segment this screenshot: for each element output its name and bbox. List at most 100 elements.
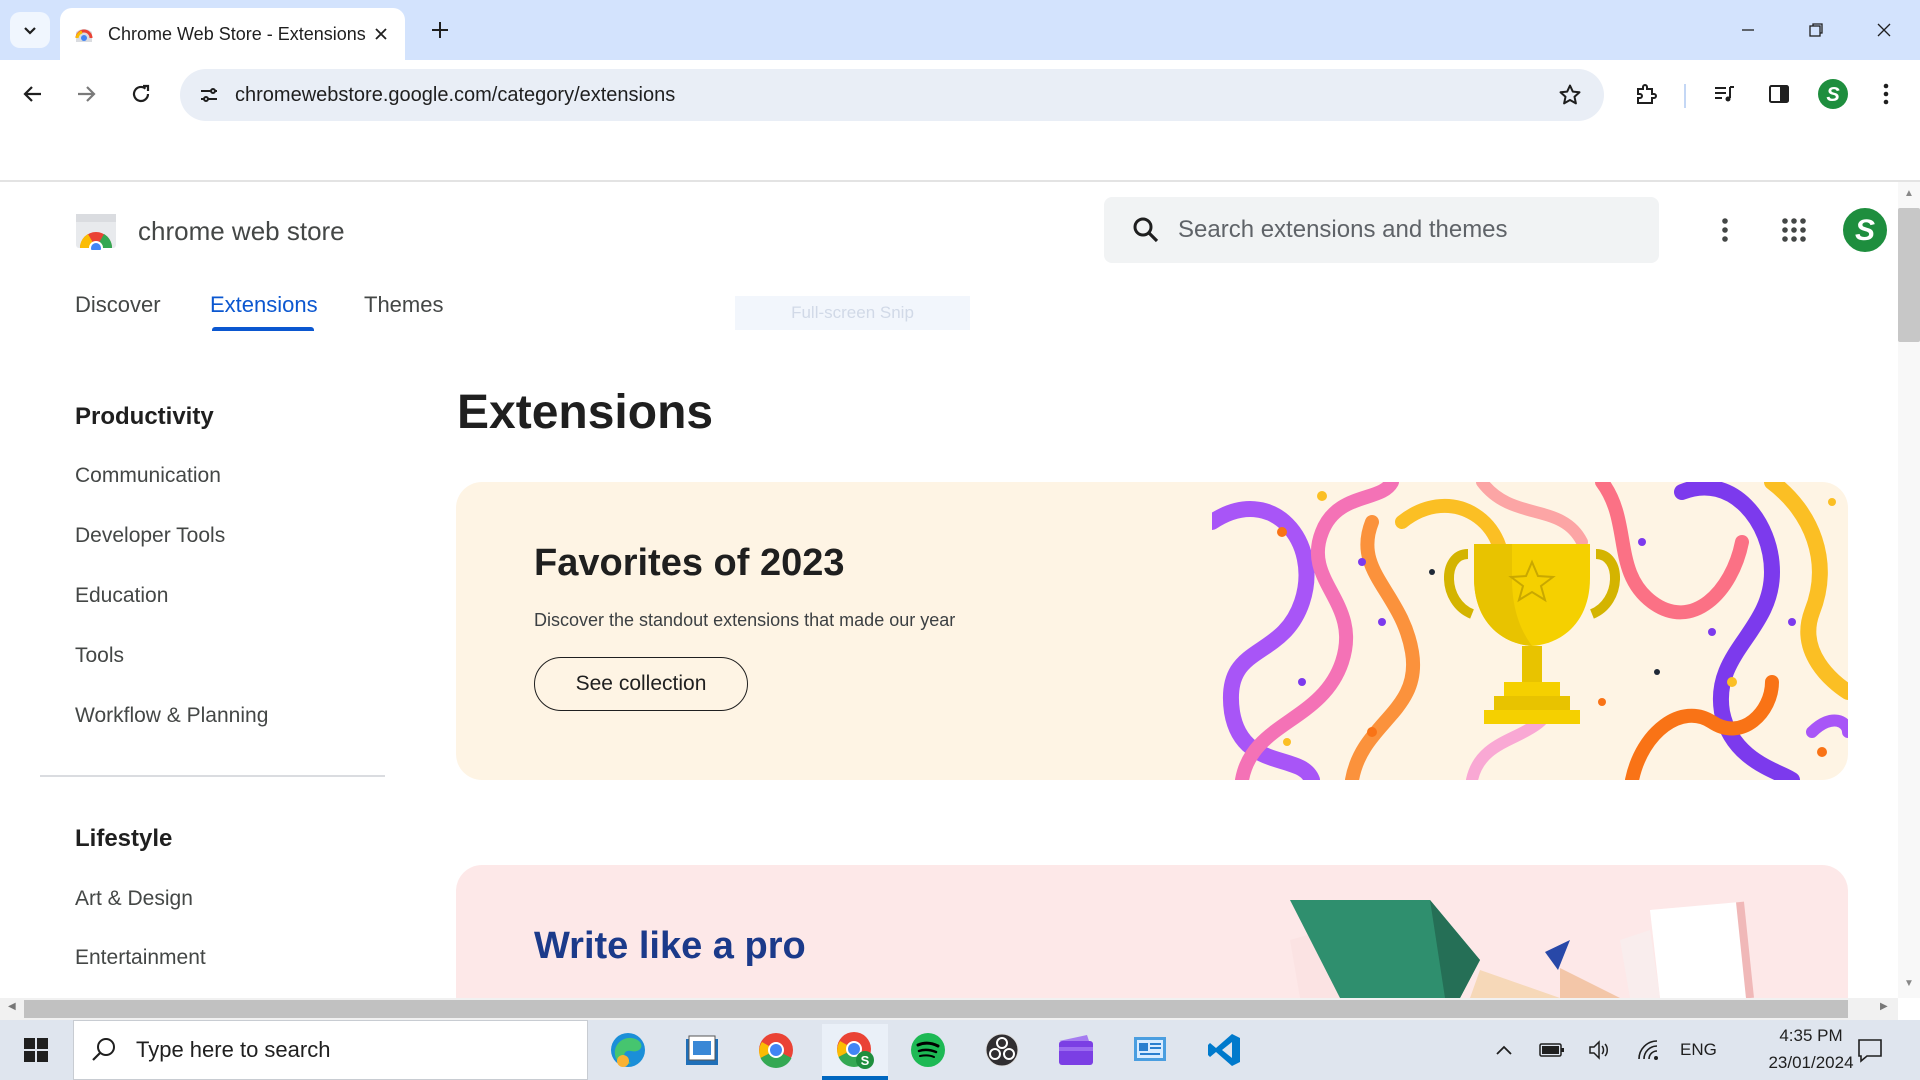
taskbar-app-spotify[interactable] <box>898 1024 958 1076</box>
vertical-scroll-thumb[interactable] <box>1898 208 1920 342</box>
file-explorer-icon <box>686 1035 718 1065</box>
battery-status[interactable] <box>1536 1035 1568 1065</box>
tab-title: Chrome Web Store - Extensions <box>108 23 366 44</box>
notification-center-button[interactable] <box>1852 1032 1888 1068</box>
chrome-icon <box>759 1033 793 1069</box>
forward-button[interactable] <box>66 74 106 114</box>
taskbar-app-chrome[interactable] <box>746 1024 806 1076</box>
sidebar-item-workflow-planning[interactable]: Workflow & Planning <box>75 704 268 728</box>
taskbar-app-edge[interactable] <box>598 1024 658 1076</box>
network-status[interactable] <box>1632 1035 1664 1065</box>
sidebar-item-developer-tools[interactable]: Developer Tools <box>75 524 225 548</box>
obs-icon <box>985 1033 1019 1067</box>
horizontal-scroll-thumb[interactable] <box>24 1000 1848 1018</box>
sidebar-heading-lifestyle: Lifestyle <box>75 825 173 852</box>
back-button[interactable] <box>13 74 53 114</box>
reload-button[interactable] <box>121 74 161 114</box>
card-title: Favorites of 2023 <box>534 542 845 584</box>
show-hidden-icons-button[interactable] <box>1488 1035 1520 1065</box>
chrome-web-store-favicon-icon <box>75 29 93 42</box>
bookmark-star-icon[interactable] <box>1550 75 1590 115</box>
store-name[interactable]: chrome web store <box>138 216 345 247</box>
restore-icon <box>1809 23 1823 37</box>
input-language[interactable]: ENG <box>1680 1040 1717 1060</box>
start-button[interactable] <box>12 1030 60 1070</box>
active-tab-indicator <box>212 327 314 331</box>
tab-discover[interactable]: Discover <box>75 292 161 318</box>
wifi-icon <box>1638 1040 1658 1060</box>
toolbar-separator <box>1684 84 1686 108</box>
sidebar-item-tools[interactable]: Tools <box>75 644 124 668</box>
windows-logo-icon <box>24 1038 48 1062</box>
taskbar-search-input[interactable]: Type here to search <box>73 1020 588 1080</box>
scroll-up-arrow-icon[interactable]: ▲ <box>1904 188 1914 199</box>
card-title: Write like a pro <box>534 925 806 967</box>
puzzle-icon <box>1637 84 1657 104</box>
close-window-button[interactable] <box>1862 10 1906 50</box>
clipchamp-icon <box>1059 1035 1093 1065</box>
scroll-left-arrow-icon[interactable]: ◀ <box>8 1001 16 1012</box>
tab-search-button[interactable] <box>10 12 50 48</box>
new-tab-button[interactable] <box>424 14 456 46</box>
arrow-right-icon <box>78 86 96 102</box>
search-placeholder: Search extensions and themes <box>1178 216 1508 243</box>
taskbar-app-obs[interactable] <box>972 1024 1032 1076</box>
extensions-button[interactable] <box>1626 74 1666 114</box>
clock-time[interactable]: 4:35 PM <box>1756 1026 1866 1046</box>
scroll-down-arrow-icon[interactable]: ▼ <box>1904 978 1914 989</box>
profile-button[interactable]: S <box>1813 74 1853 114</box>
notification-icon <box>1858 1039 1882 1063</box>
tab-close-icon[interactable] <box>369 22 393 46</box>
arrow-left-icon <box>23 86 41 102</box>
sidebar-item-art-design[interactable]: Art & Design <box>75 887 193 911</box>
taskbar-app-vscode[interactable] <box>1194 1024 1254 1076</box>
address-bar[interactable]: chromewebstore.google.com/category/exten… <box>180 69 1604 121</box>
chrome-menu-button[interactable] <box>1866 74 1906 114</box>
taskbar-app-clipchamp[interactable] <box>1046 1024 1106 1076</box>
spotify-icon <box>911 1033 945 1067</box>
search-icon <box>1133 217 1159 243</box>
reload-icon <box>132 84 150 103</box>
tab-themes[interactable]: Themes <box>364 292 443 318</box>
close-icon <box>1877 23 1891 37</box>
google-apps-button[interactable] <box>1774 210 1814 250</box>
chevron-up-icon <box>1496 1045 1512 1055</box>
minimize-icon <box>1742 29 1754 31</box>
tab-extensions[interactable]: Extensions <box>210 292 318 318</box>
taskbar-app-file-explorer[interactable] <box>672 1024 732 1076</box>
chevron-down-icon <box>24 27 36 35</box>
search-input[interactable]: Search extensions and themes <box>1104 197 1659 263</box>
card-description: Discover the standout extensions that ma… <box>534 610 956 630</box>
taskbar-app-control-panel[interactable] <box>1120 1024 1180 1076</box>
chrome-web-store-logo-icon[interactable] <box>74 210 118 250</box>
active-tab[interactable]: Chrome Web Store - Extensions <box>60 8 405 60</box>
apps-grid-icon <box>1782 218 1806 242</box>
store-menu-button[interactable] <box>1705 210 1745 250</box>
snip-overlay-label: Full-screen Snip <box>735 296 970 330</box>
search-icon <box>92 1038 115 1061</box>
sidebar-item-education[interactable]: Education <box>75 584 168 608</box>
site-info-icon[interactable] <box>189 75 229 115</box>
speaker-icon <box>1589 1040 1608 1060</box>
minimize-button[interactable] <box>1726 10 1770 50</box>
see-collection-button[interactable]: See collection <box>534 657 748 711</box>
edge-icon <box>611 1033 645 1067</box>
more-vert-icon <box>1883 83 1889 105</box>
sidebar-item-entertainment[interactable]: Entertainment <box>75 946 206 970</box>
battery-icon <box>1539 1043 1564 1057</box>
volume-control[interactable] <box>1584 1035 1616 1065</box>
url-text[interactable]: chromewebstore.google.com/category/exten… <box>235 84 1550 107</box>
media-controls-button[interactable] <box>1704 74 1744 114</box>
active-app-indicator <box>822 1076 888 1080</box>
scroll-right-arrow-icon[interactable]: ▶ <box>1880 1001 1888 1012</box>
account-avatar-icon[interactable]: S <box>1841 206 1889 254</box>
side-panel-button[interactable] <box>1759 74 1799 114</box>
taskbar-app-chrome-profile[interactable]: S <box>822 1024 888 1076</box>
trophy-confetti-illustration <box>1212 482 1848 780</box>
more-vert-icon <box>1722 218 1728 242</box>
queue-music-icon <box>1715 86 1734 102</box>
svg-text:S: S <box>1826 84 1840 106</box>
svg-text:S: S <box>1855 214 1875 247</box>
sidebar-item-communication[interactable]: Communication <box>75 464 221 488</box>
restore-button[interactable] <box>1794 10 1838 50</box>
